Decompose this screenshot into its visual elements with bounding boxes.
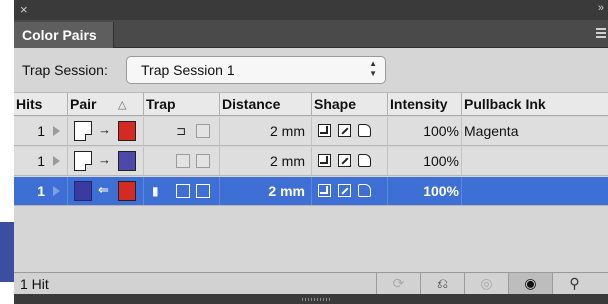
pullback-ink-cell <box>462 177 608 205</box>
pullback-ink-cell: Magenta <box>464 123 519 139</box>
trap-cell: ⊐ <box>144 117 220 145</box>
shape-cell <box>312 117 388 145</box>
distance-cell: 2 mm <box>220 147 312 175</box>
trap-choke-icon[interactable] <box>196 184 210 198</box>
pair-direction: → <box>98 122 111 137</box>
trap-choke-icon[interactable] <box>196 124 210 138</box>
trap-cell <box>144 147 220 175</box>
column-header-shape[interactable]: Shape <box>312 93 388 115</box>
hit-count: 1 Hit <box>20 276 49 292</box>
distance-cell: 2 mm <box>220 117 312 145</box>
bevel-join-icon[interactable] <box>338 184 351 197</box>
pair-cell: ⇐ <box>68 177 144 205</box>
trap-spread-icon[interactable] <box>176 184 190 198</box>
shape-cell <box>312 147 388 175</box>
show-eye-icon[interactable]: ◉ <box>508 273 552 294</box>
panel-title-bar[interactable]: × » <box>14 0 608 20</box>
trap-choke-icon[interactable] <box>196 154 210 168</box>
sort-ascending-icon[interactable]: △ <box>118 98 126 111</box>
pair-cell: → <box>68 147 144 175</box>
magnifier-icon[interactable]: ⚲ <box>552 273 596 294</box>
round-join-icon[interactable] <box>358 154 371 167</box>
trap-session-label: Trap Session: <box>22 62 108 78</box>
bevel-join-icon[interactable] <box>338 154 351 167</box>
table-row-selected[interactable]: 1 ⇐ ▮ 2 mm 100% <box>14 177 608 206</box>
round-join-icon[interactable] <box>358 184 371 197</box>
panel-menu-icon[interactable] <box>596 28 606 40</box>
blue-swatch-icon <box>118 151 136 171</box>
trap-cell: ▮ <box>144 177 220 205</box>
trap-spread-icon[interactable]: ⊐ <box>176 124 188 138</box>
color-pairs-panel: × » Color Pairs Trap Session: Trap Sessi… <box>14 0 608 304</box>
link-icon[interactable]: ⎌ <box>420 273 464 294</box>
pair-cell: → <box>68 117 144 145</box>
pair-direction: ⇐ <box>98 182 109 197</box>
trap-session-row: Trap Session: Trap Session 1 ▲ ▼ <box>14 52 608 88</box>
pullback-ink-cell <box>462 147 608 175</box>
column-header-trap[interactable]: Trap <box>144 93 220 115</box>
status-bar: 1 Hit ⟳ ⎌ ◎ ◉ ⚲ <box>14 272 608 294</box>
refresh-icon[interactable]: ⟳ <box>376 273 420 294</box>
intensity-cell: 100% <box>388 147 462 175</box>
close-icon[interactable]: × <box>20 2 28 18</box>
paper-swatch-icon <box>74 121 92 141</box>
table-row[interactable]: 1 → ⊐ 2 mm 100% Magenta <box>14 117 608 146</box>
table-header: Hits Pair △ Trap Distance Shape Intensit… <box>14 92 608 116</box>
blue-swatch-icon <box>74 181 92 201</box>
hide-eye-icon[interactable]: ◎ <box>464 273 508 294</box>
round-join-icon[interactable] <box>358 124 371 137</box>
color-pairs-table: Hits Pair △ Trap Distance Shape Intensit… <box>14 92 608 270</box>
column-header-distance[interactable]: Distance <box>220 93 312 115</box>
tab-color-pairs[interactable]: Color Pairs <box>14 22 114 48</box>
red-swatch-icon <box>118 181 136 201</box>
stepper-arrows-icon: ▲ ▼ <box>369 59 377 78</box>
bevel-join-icon[interactable] <box>338 124 351 137</box>
column-header-pair[interactable]: Pair <box>68 93 144 115</box>
trap-direction-icon[interactable]: ▮ <box>152 184 164 198</box>
trap-session-value: Trap Session 1 <box>141 62 235 78</box>
shape-cell <box>312 177 388 205</box>
table-row[interactable]: 1 → 2 mm 100% <box>14 147 608 176</box>
pair-direction: → <box>98 152 111 167</box>
disclosure-arrow-icon[interactable] <box>53 126 60 136</box>
background-blue-block <box>0 222 14 282</box>
column-header-intensity[interactable]: Intensity <box>388 93 462 115</box>
intensity-cell: 100% <box>388 117 462 145</box>
miter-join-icon[interactable] <box>318 154 331 167</box>
column-header-hits[interactable]: Hits <box>14 93 68 115</box>
disclosure-arrow-icon[interactable] <box>53 186 60 196</box>
disclosure-arrow-icon[interactable] <box>53 156 60 166</box>
collapse-icon[interactable]: » <box>598 2 604 14</box>
miter-join-icon[interactable] <box>318 184 331 197</box>
distance-cell: 2 mm <box>220 177 312 205</box>
trap-session-select[interactable]: Trap Session 1 ▲ ▼ <box>126 56 386 84</box>
miter-join-icon[interactable] <box>318 124 331 137</box>
resize-grip-icon[interactable] <box>302 298 332 301</box>
trap-spread-icon[interactable] <box>176 154 190 168</box>
column-header-pullback-ink[interactable]: Pullback Ink <box>462 93 608 115</box>
intensity-cell: 100% <box>388 177 462 205</box>
tab-strip: Color Pairs <box>14 20 608 48</box>
paper-swatch-icon <box>74 151 92 171</box>
red-swatch-icon <box>118 121 136 141</box>
panel-resize-bar[interactable] <box>14 294 608 304</box>
